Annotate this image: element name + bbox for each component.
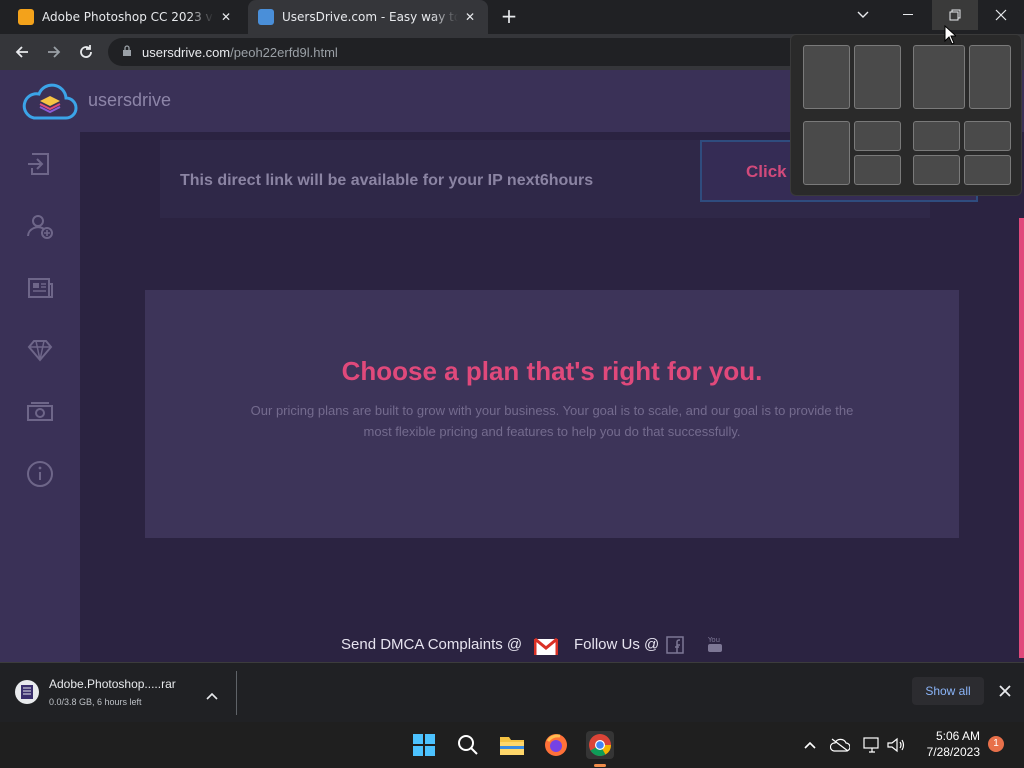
back-button[interactable] <box>8 38 36 66</box>
tab-search-icon[interactable] <box>840 0 886 30</box>
snap-layout-quadrants[interactable] <box>913 121 1011 185</box>
new-tab-button[interactable]: + <box>498 6 520 28</box>
close-window-button[interactable] <box>978 0 1024 30</box>
snap-zone[interactable] <box>854 121 901 151</box>
forward-button[interactable] <box>40 38 68 66</box>
follow-text: Follow Us @ <box>574 636 660 653</box>
page-scrollbar[interactable] <box>1019 218 1024 658</box>
clock[interactable]: 5:06 AM 7/28/2023 <box>912 728 980 760</box>
download-filename: Adobe.Photoshop.....rar <box>49 677 176 691</box>
download-item[interactable]: Adobe.Photoshop.....rar 0.0/3.8 GB, 6 ho… <box>14 675 236 713</box>
chevron-up-icon[interactable] <box>796 731 824 759</box>
clock-date: 7/28/2023 <box>926 745 980 759</box>
address-domain: usersdrive.com <box>142 44 231 60</box>
snap-layout-main-side[interactable] <box>803 121 901 185</box>
show-all-button[interactable]: Show all <box>912 677 984 705</box>
chrome-icon[interactable] <box>586 731 614 759</box>
money-icon[interactable] <box>26 398 54 426</box>
onedrive-offline-icon[interactable] <box>826 731 854 759</box>
archive-file-icon <box>14 679 40 709</box>
snap-zone[interactable] <box>854 45 901 109</box>
volume-icon[interactable] <box>882 731 910 759</box>
snap-zone[interactable] <box>913 155 960 185</box>
cloud-logo-icon[interactable] <box>22 82 78 126</box>
dmca-text: Send DMCA Complaints @ <box>341 636 523 653</box>
site-favicon-icon <box>18 9 34 25</box>
snap-layout-two-thirds[interactable] <box>913 45 1011 109</box>
site-sidebar <box>0 132 80 662</box>
youtube-icon[interactable]: You <box>706 634 724 658</box>
search-icon[interactable] <box>454 731 482 759</box>
tab-photoshop[interactable]: Adobe Photoshop CC 2023 v24.7 ✕ <box>8 0 244 34</box>
close-icon[interactable] <box>998 683 1012 702</box>
download-status: 0.0/3.8 GB, 6 hours left <box>49 697 142 707</box>
tab-title: UsersDrive.com - Easy way to share <box>282 10 458 24</box>
svg-text:You: You <box>707 636 720 644</box>
download-divider <box>236 671 237 715</box>
snap-zone[interactable] <box>913 45 965 109</box>
close-icon[interactable]: ✕ <box>218 10 234 24</box>
mouse-cursor-icon <box>944 24 958 49</box>
add-user-icon[interactable] <box>26 212 54 240</box>
site-footer: Send DMCA Complaints @ Follow Us @ You <box>0 632 1024 662</box>
site-favicon-icon <box>258 9 274 25</box>
chrome-active-indicator <box>594 764 606 767</box>
brand-name[interactable]: usersdrive <box>88 90 171 111</box>
snap-layouts-flyout <box>790 34 1022 196</box>
snap-zone[interactable] <box>964 121 1011 151</box>
clock-time: 5:06 AM <box>935 729 980 743</box>
pricing-title: Choose a plan that's right for you. <box>341 356 763 386</box>
address-bar[interactable]: usersdrive.com/peoh22erfd9l.html <box>108 38 808 66</box>
snap-zone[interactable] <box>964 155 1011 185</box>
close-icon[interactable]: ✕ <box>462 10 478 24</box>
pricing-panel: Choose a plan that's right for you. Our … <box>145 290 959 538</box>
windows-start-icon[interactable] <box>410 731 438 759</box>
diamond-icon[interactable] <box>26 336 54 364</box>
address-path: /peoh22erfd9l.html <box>230 44 338 60</box>
minimize-button[interactable] <box>886 0 932 30</box>
snap-layout-halves[interactable] <box>803 45 901 109</box>
snap-zone[interactable] <box>803 121 850 185</box>
snap-zone[interactable] <box>854 155 901 185</box>
download-bar: Adobe.Photoshop.....rar 0.0/3.8 GB, 6 ho… <box>0 662 1024 722</box>
pricing-description: Our pricing plans are built to grow with… <box>250 403 854 439</box>
direct-link-text: This direct link will be available for y… <box>180 172 594 189</box>
tab-strip: Adobe Photoshop CC 2023 v24.7 ✕ UsersDri… <box>0 0 1024 34</box>
info-icon[interactable] <box>26 460 54 488</box>
file-explorer-icon[interactable] <box>498 731 526 759</box>
firefox-icon[interactable] <box>542 731 570 759</box>
notification-badge[interactable]: 1 <box>988 736 1004 752</box>
windows-taskbar: 5:06 AM 7/28/2023 1 <box>0 722 1024 768</box>
news-icon[interactable] <box>26 274 54 302</box>
tab-usersdrive[interactable]: UsersDrive.com - Easy way to share ✕ <box>248 0 488 34</box>
reload-button[interactable] <box>72 38 100 66</box>
chevron-up-icon[interactable] <box>206 685 218 704</box>
snap-zone[interactable] <box>969 45 1011 109</box>
snap-zone[interactable] <box>803 45 850 109</box>
lock-icon <box>122 44 132 60</box>
tab-title: Adobe Photoshop CC 2023 v24.7 <box>42 10 214 24</box>
gmail-icon[interactable] <box>533 637 559 660</box>
login-icon[interactable] <box>26 150 54 178</box>
facebook-icon[interactable] <box>666 636 684 658</box>
snap-zone[interactable] <box>913 121 960 151</box>
